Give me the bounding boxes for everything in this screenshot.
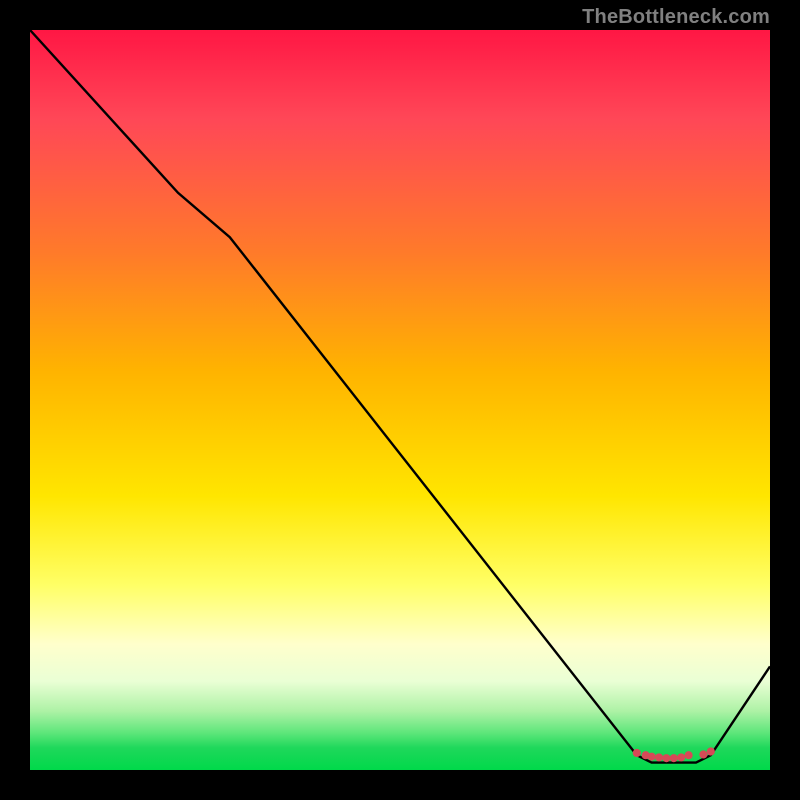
- scatter-point: [670, 754, 678, 762]
- plot-area: [30, 30, 770, 770]
- scatter-point: [685, 751, 693, 759]
- scatter-point: [699, 750, 707, 758]
- scatter-point: [662, 754, 670, 762]
- scatter-point: [655, 753, 663, 761]
- chart-line: [30, 30, 770, 763]
- scatter-point: [633, 749, 641, 757]
- chart-stage: TheBottleneck.com: [0, 0, 800, 800]
- chart-svg: [30, 30, 770, 770]
- watermark-text: TheBottleneck.com: [582, 6, 770, 29]
- scatter-point: [648, 753, 656, 761]
- scatter-point: [707, 747, 715, 755]
- scatter-point: [677, 753, 685, 761]
